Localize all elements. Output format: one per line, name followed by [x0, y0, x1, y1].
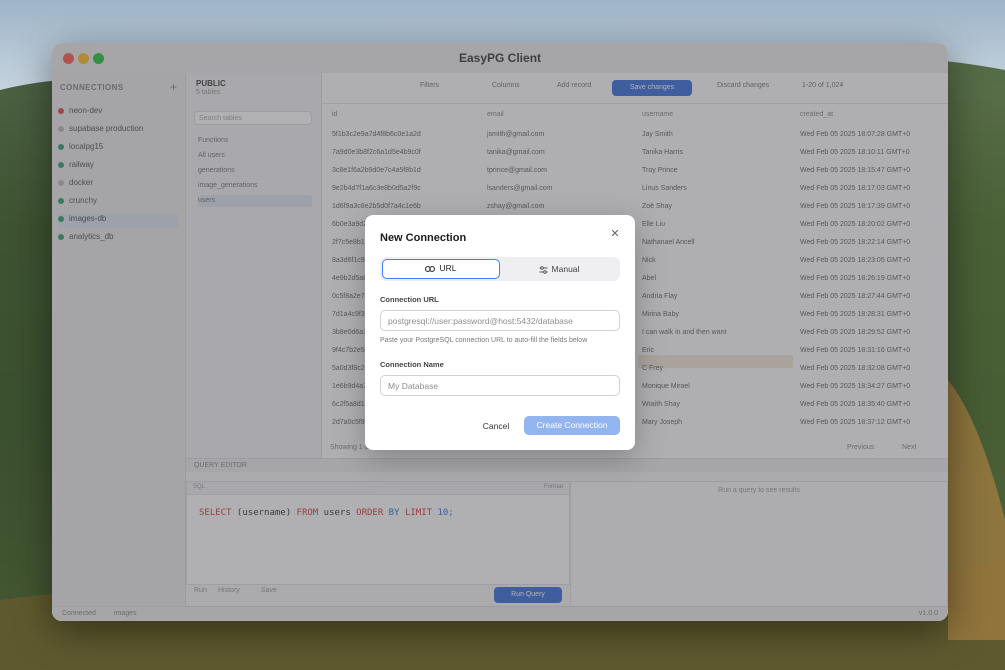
- cancel-button[interactable]: Cancel: [477, 417, 515, 435]
- new-connection-dialog: New Connection ✕ URL Manual Connection U…: [365, 215, 635, 450]
- connection-url-label: Connection URL: [380, 295, 439, 304]
- tab-url-label: URL: [439, 263, 457, 273]
- dialog-title: New Connection: [380, 232, 467, 244]
- connection-mode-toggle: URL Manual: [380, 257, 620, 281]
- tab-manual[interactable]: Manual: [500, 259, 618, 279]
- connection-url-help: Paste your PostgreSQL connection URL to …: [380, 337, 588, 344]
- tab-url[interactable]: URL: [382, 259, 500, 279]
- close-icon[interactable]: ✕: [609, 228, 621, 240]
- connection-name-label: Connection Name: [380, 360, 444, 369]
- tab-manual-label: Manual: [551, 264, 580, 274]
- connection-url-input[interactable]: [380, 310, 620, 331]
- link-icon: [425, 265, 436, 272]
- sliders-icon: [539, 265, 548, 274]
- create-connection-button[interactable]: Create Connection: [524, 416, 620, 435]
- connection-name-input[interactable]: [380, 375, 620, 396]
